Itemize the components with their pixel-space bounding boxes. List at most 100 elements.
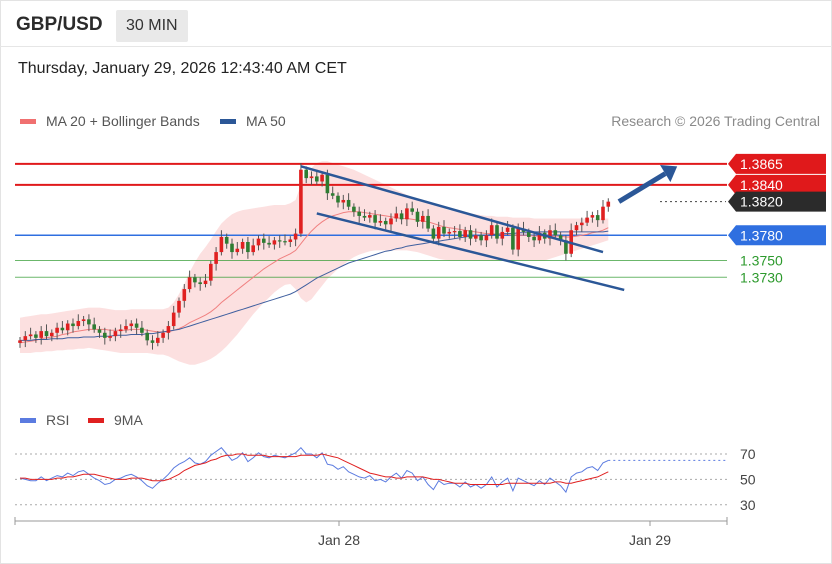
- candle: [166, 326, 171, 333]
- candle: [574, 225, 579, 231]
- candle: [113, 331, 118, 337]
- candle: [309, 176, 314, 179]
- candle: [34, 334, 38, 338]
- candle: [336, 195, 340, 203]
- candle: [394, 213, 399, 219]
- candle: [479, 235, 483, 241]
- candle: [65, 323, 70, 331]
- candle: [452, 231, 457, 233]
- candle: [299, 169, 303, 234]
- candle: [368, 215, 372, 218]
- candle: [209, 263, 213, 281]
- candle: [606, 201, 611, 207]
- price-chart[interactable]: 1.3865 1.38401.3820 1.3780 1.37501.3730 70 50…: [0, 0, 832, 564]
- candle: [580, 222, 584, 226]
- rsi-ma-line: [20, 453, 609, 485]
- candle: [484, 235, 489, 241]
- candle: [140, 327, 144, 333]
- candle: [293, 233, 298, 240]
- candle: [389, 218, 393, 225]
- rsi-tick-30: 30: [740, 497, 756, 513]
- candle: [383, 220, 388, 225]
- x-tick-label: Jan 28: [318, 532, 360, 548]
- candle: [415, 211, 420, 222]
- candle: [553, 230, 558, 236]
- candle: [76, 321, 81, 327]
- candle: [129, 323, 134, 327]
- candle: [256, 238, 261, 246]
- candle: [436, 226, 441, 239]
- candle: [240, 241, 245, 249]
- candle: [198, 282, 202, 285]
- candle: [187, 277, 192, 290]
- candle: [214, 252, 218, 264]
- candle: [341, 199, 346, 203]
- candle: [595, 215, 600, 221]
- candle: [500, 231, 505, 239]
- candle: [590, 215, 595, 218]
- candle: [103, 332, 107, 338]
- candle: [601, 206, 605, 221]
- candle: [55, 327, 59, 333]
- rsi-tick-70: 70: [740, 446, 756, 462]
- candle: [71, 323, 75, 327]
- candle: [230, 243, 234, 253]
- forecast-arrow-shaft: [617, 171, 667, 204]
- candle: [330, 193, 335, 196]
- candle: [118, 329, 123, 332]
- candle: [373, 215, 377, 223]
- candle: [511, 227, 515, 250]
- candle: [87, 319, 91, 325]
- candle: [246, 241, 250, 253]
- candle: [193, 277, 197, 283]
- level-label-1.3865: 1.3865: [740, 156, 783, 172]
- candle: [516, 228, 520, 250]
- candle: [362, 215, 367, 218]
- candle: [134, 323, 139, 328]
- candle: [235, 248, 240, 253]
- candle: [442, 226, 446, 234]
- candle: [320, 174, 324, 182]
- candle: [50, 332, 54, 337]
- candle: [60, 327, 65, 331]
- candle: [150, 340, 155, 343]
- candle: [161, 332, 165, 338]
- candle: [39, 331, 43, 338]
- candle: [304, 169, 308, 179]
- candle: [18, 340, 22, 343]
- candle: [156, 337, 160, 343]
- candle: [532, 236, 536, 241]
- candle: [108, 336, 112, 338]
- candle: [81, 319, 86, 322]
- rsi-tick-50: 50: [740, 471, 756, 487]
- candle: [44, 331, 49, 337]
- candle: [378, 220, 383, 223]
- candle: [315, 176, 319, 182]
- candle: [203, 280, 208, 285]
- candle: [23, 336, 28, 341]
- candle: [262, 238, 266, 243]
- candle: [124, 326, 128, 330]
- level-label-1.3730: 1.3730: [740, 269, 783, 285]
- candle: [405, 208, 409, 220]
- candle: [421, 215, 425, 222]
- level-label-1.3840: 1.3840: [740, 177, 783, 193]
- candle: [92, 324, 96, 330]
- candle: [177, 300, 181, 313]
- candle: [224, 236, 229, 244]
- level-label-1.3820: 1.3820: [740, 194, 783, 210]
- candle: [447, 231, 452, 234]
- candle: [346, 199, 351, 207]
- candle: [171, 312, 176, 327]
- candle: [505, 227, 510, 232]
- candle: [145, 332, 149, 341]
- candle: [325, 174, 330, 194]
- candle: [399, 213, 404, 220]
- candle: [410, 208, 414, 212]
- candle: [585, 217, 589, 223]
- candle: [495, 225, 499, 239]
- candle: [283, 241, 287, 243]
- candle: [468, 230, 473, 239]
- candle: [288, 239, 293, 242]
- candle: [28, 334, 33, 337]
